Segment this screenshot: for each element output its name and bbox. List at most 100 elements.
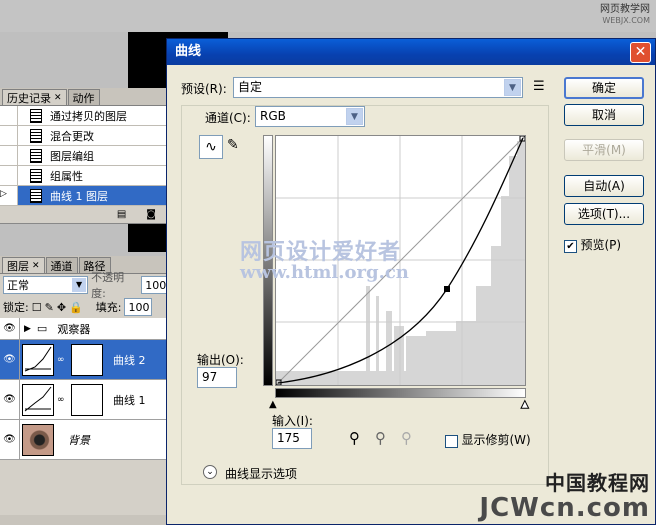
lock-move-icon[interactable]: ✥ [57,301,66,314]
smooth-label: 平滑(M) [582,143,626,157]
options-button[interactable]: 选项(T)... [564,203,644,225]
curves-thumb-svg [24,386,52,411]
lock-row: 锁定: ☐ ✎ ✥ 🔒 填充: 100 [0,296,172,318]
output-input[interactable]: 97 [197,367,237,388]
ok-label: 确定 [591,81,616,95]
show-clipping-checkbox[interactable]: 显示修剪(W) [445,431,531,448]
opacity-input[interactable]: 100 [141,276,169,294]
blend-mode-value: 正常 [7,279,29,292]
opacity-value: 100 [145,278,167,292]
layers-footer [0,515,172,525]
eyedropper-gray-icon[interactable]: ⚲ [375,429,386,447]
fill-label: 填充: [95,301,122,314]
history-checkbox[interactable] [0,166,18,185]
camera-icon[interactable]: ◙ [146,209,156,220]
auto-label: 自动(A) [583,179,625,193]
layer-background[interactable]: 👁 背景 [0,420,172,460]
tab-channels-label: 通道 [50,259,73,273]
white-slider-triangle-icon[interactable]: ▲ [521,399,530,411]
history-panel: 历史记录 ✕ 动作 通过拷贝的图层 混合更改 图层编组 组属性 ▷ 曲线 1 图层 … [0,88,172,224]
watermark-bottom: 中国教程网 JCWcn.com [479,473,650,523]
eyedropper-black-icon[interactable]: ⚲ [349,429,360,447]
tab-layers-label: 图层 [7,259,29,273]
history-checkbox[interactable]: ▷ [0,186,18,205]
watermark-center-url: www.html.org.cn [240,262,409,283]
history-checkbox[interactable] [0,146,18,165]
link-icon[interactable]: ∞ [57,395,65,405]
layer-curves-1[interactable]: 👁 ∞ 曲线 1 [0,380,172,420]
eye-icon[interactable]: 👁 [0,420,20,459]
eye-icon[interactable]: 👁 [0,318,20,339]
curve-point[interactable] [444,286,450,292]
watermark-bottom-cn: 中国教程网 [545,471,650,495]
lock-all-icon[interactable]: 🔒 [69,301,83,314]
history-checkbox[interactable] [0,106,18,125]
photo-thumbnail [22,423,54,456]
history-item[interactable]: 图层编组 [0,146,172,166]
folder-icon: ▭ [36,322,48,335]
tab-layers[interactable]: 图层 ✕ [2,257,45,273]
checkbox-box[interactable]: ✔ [564,239,577,253]
curve-options-label[interactable]: 曲线显示选项 [225,465,297,482]
dialog-titlebar[interactable]: 曲线 [167,39,655,65]
document-icon [30,108,42,123]
checkbox-box[interactable] [445,434,458,448]
eye-icon[interactable]: 👁 [0,380,20,419]
curve-point-tool[interactable]: ∿ [199,135,223,159]
history-item[interactable]: 混合更改 [0,126,172,146]
close-button[interactable]: ✕ [630,42,651,63]
ok-button[interactable]: 确定 [564,77,644,99]
history-item-label: 通过拷贝的图层 [50,109,127,123]
eyedropper-white-icon[interactable]: ⚲ [401,429,412,447]
history-footer: ▤ ◙ [0,206,172,222]
lock-label: 锁定: [3,301,29,314]
history-item[interactable]: 通过拷贝的图层 [0,106,172,126]
smooth-button[interactable]: 平滑(M) [564,139,644,161]
curve-icon: ∿ [205,139,217,155]
history-item[interactable]: 组属性 [0,166,172,186]
input-label: 输入(I): [272,414,313,428]
watermark-top-line2: WEBJX.COM [602,16,650,25]
show-clipping-label: 显示修剪(W) [461,433,531,447]
curves-thumb-svg [24,346,52,371]
history-checkbox[interactable] [0,126,18,145]
chevron-down-icon[interactable]: ⌄ [203,465,217,479]
tab-actions[interactable]: 动作 [67,89,100,105]
close-icon[interactable]: ✕ [54,93,62,103]
lock-brush-icon[interactable]: ✎ [45,301,54,314]
layer-group[interactable]: 👁 ▶ ▭ 观察器 [0,318,172,340]
history-item-selected[interactable]: ▷ 曲线 1 图层 [0,186,172,206]
input-gradient-bar [275,388,526,398]
preset-select[interactable]: 自定 ▼ [233,77,523,98]
lock-transparent-icon[interactable]: ☐ [32,301,42,314]
black-slider-triangle-icon[interactable]: ▲ [269,399,277,410]
preview-label: 预览(P) [580,238,622,252]
layer-curves-2[interactable]: 👁 ∞ 曲线 2 [0,340,172,380]
triangle-right-icon[interactable]: ▶ [24,324,31,334]
close-icon[interactable]: ✕ [32,261,40,271]
mask-thumbnail[interactable] [71,343,103,376]
channel-value: RGB [260,109,286,123]
preset-menu-icon[interactable]: ☰ [533,79,545,94]
channel-label: 通道(C): [203,109,253,126]
document-icon [30,128,42,143]
curves-thumbnail [22,383,54,416]
preset-value: 自定 [238,80,263,94]
pencil-icon[interactable]: ✎ [227,137,239,153]
channel-select[interactable]: RGB ▼ [255,106,365,127]
link-icon[interactable]: ∞ [57,355,65,365]
layer-name: 背景 [68,433,90,447]
chevron-down-icon: ▼ [72,278,87,292]
cancel-button[interactable]: 取消 [564,104,644,126]
mask-thumbnail[interactable] [71,383,103,416]
input-input[interactable]: 175 [272,428,312,449]
auto-button[interactable]: 自动(A) [564,175,644,197]
fill-input[interactable]: 100 [124,298,153,316]
tab-history[interactable]: 历史记录 ✕ [2,89,67,105]
input-value: 175 [277,431,300,445]
preview-checkbox[interactable]: ✔ 预览(P) [564,236,621,253]
new-document-icon[interactable]: ▤ [117,209,126,220]
eye-icon[interactable]: 👁 [0,340,20,379]
tab-channels[interactable]: 通道 [45,257,78,273]
blend-mode-select[interactable]: 正常 ▼ [3,276,89,294]
